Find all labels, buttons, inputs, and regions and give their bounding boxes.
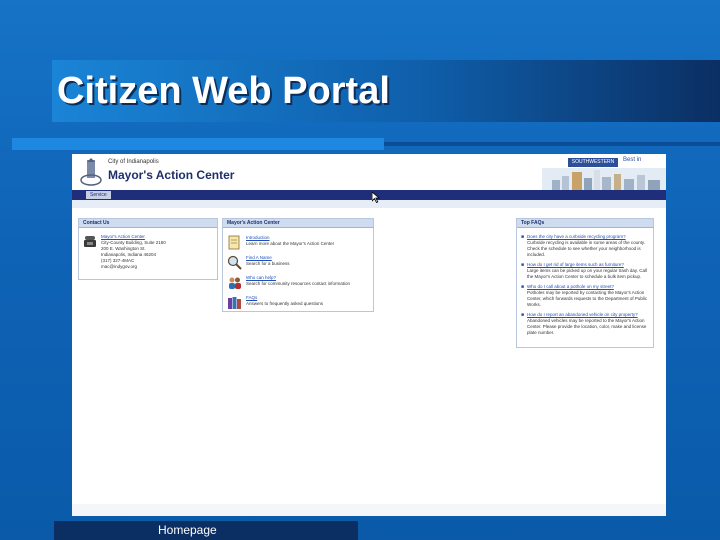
bullet-icon: ■ — [521, 234, 525, 240]
mac-panel-heading: Mayor's Action Center — [223, 219, 373, 228]
bullet-icon: ■ — [521, 312, 525, 318]
slide-caption: Homepage — [158, 523, 217, 537]
title-underline-dark — [384, 142, 720, 146]
faq-item: ■ How do I report an abandoned vehicle o… — [521, 312, 649, 336]
contact-email[interactable]: mac@indygov.org — [101, 264, 166, 270]
faq-answer: Abandoned vehicles may be reported to th… — [527, 318, 647, 335]
mouse-cursor-icon — [372, 192, 380, 203]
mac-item: Who can help? Search for community resou… — [227, 275, 369, 290]
faq-answer: Curbside recycling is available in some … — [527, 240, 646, 257]
site-subheader-band — [72, 200, 666, 208]
mac-item-desc: Search for a business — [246, 261, 290, 266]
partner-logo[interactable]: SOUTHWESTERN BELL — [568, 158, 618, 174]
city-seal-icon — [80, 158, 102, 186]
slide-title: Citizen Web Portal — [57, 70, 390, 112]
faq-answer: Potholes may be reported by contacting t… — [527, 290, 648, 307]
city-skyline-image — [542, 168, 666, 190]
city-name: City of Indianapolis — [108, 159, 159, 165]
site-header: City of Indianapolis Mayor's Action Cent… — [72, 154, 666, 190]
top-faqs-panel: Top FAQs ■ Does the city have a curbside… — [516, 218, 654, 348]
mac-item-desc: Search for community resources contact i… — [246, 281, 351, 286]
partner-link[interactable]: Best in — [623, 157, 641, 163]
mayors-action-center-panel: Mayor's Action Center Introduction Learn… — [222, 218, 374, 312]
site-title: Mayor's Action Center — [108, 168, 235, 182]
people-icon — [229, 277, 241, 289]
books-icon — [228, 297, 241, 309]
faq-item: ■ Does the city have a curbside recyclin… — [521, 234, 649, 258]
portal-screenshot: City of Indianapolis Mayor's Action Cent… — [72, 154, 666, 516]
magnifier-icon — [227, 255, 242, 270]
mac-item: Find A Name Search for a business — [227, 255, 369, 270]
site-footer — [72, 504, 666, 516]
mac-item-desc: Learn more about the Mayor's Action Cent… — [246, 241, 335, 246]
bullet-icon: ■ — [521, 284, 525, 290]
document-icon — [228, 235, 240, 250]
telephone-icon — [84, 236, 96, 247]
faq-panel-heading: Top FAQs — [517, 219, 653, 228]
bullet-icon: ■ — [521, 262, 525, 268]
faq-item: ■ Who do I call about a pothole on my st… — [521, 284, 649, 308]
contact-us-panel: Contact Us Mayor's Action Center City-Co… — [78, 218, 218, 280]
site-nav-bar: Service — [72, 190, 666, 200]
title-underline — [12, 138, 384, 150]
faq-answer: Large items can be picked up on your reg… — [527, 268, 648, 279]
mac-item-desc: Answers to frequently asked questions — [246, 301, 324, 306]
faq-item: ■ How do I get rid of large items such a… — [521, 262, 649, 280]
contact-us-heading: Contact Us — [79, 219, 217, 228]
mac-item: FAQs Answers to frequently asked questio… — [227, 295, 369, 310]
nav-tab-service[interactable]: Service — [86, 191, 111, 199]
mac-item: Introduction Learn more about the Mayor'… — [227, 235, 369, 250]
